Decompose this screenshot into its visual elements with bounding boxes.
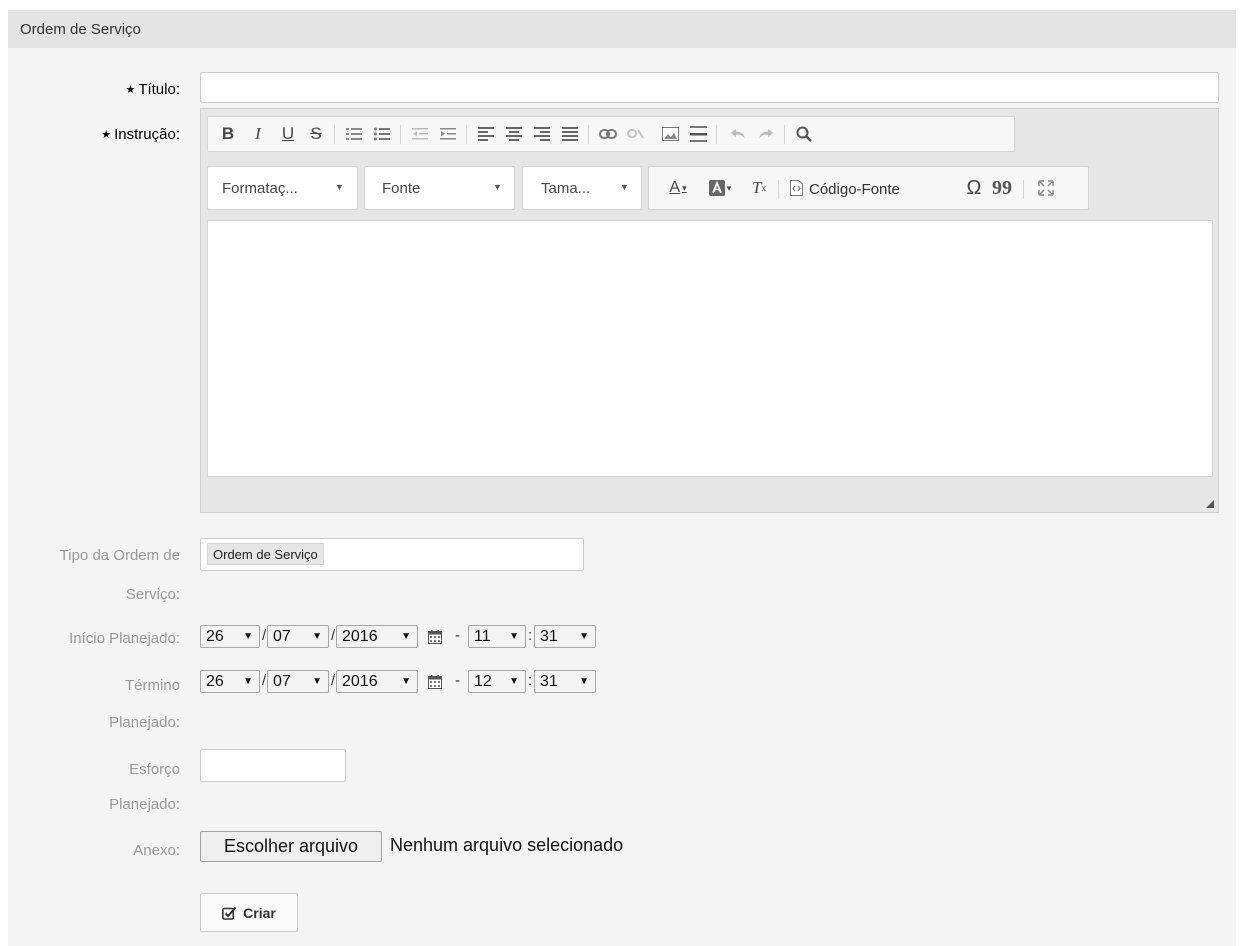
end-day-select[interactable]: 26 ▼ [200, 670, 260, 693]
editor-toolbar-row-1: B I U S [207, 116, 1015, 152]
end-year-select[interactable]: 2016 ▼ [336, 670, 418, 693]
dropdown-arrow-icon: ▼ [579, 676, 589, 687]
editor-toolbar-row-2: Formataç... ▼ Fonte ▼ Tama... ▼ A▾ ▾ Tx [207, 166, 1213, 210]
dropdown-arrow-icon: ▼ [312, 631, 322, 642]
align-center-icon[interactable] [502, 117, 526, 151]
instruction-label: ★ Instrução: [101, 126, 180, 143]
required-star-icon: ★ [125, 84, 136, 96]
dropdown-arrow-icon: ▼ [312, 676, 322, 687]
end-month-select[interactable]: 07 ▼ [267, 670, 329, 693]
planned-start-label: Início Planejado: [69, 630, 180, 647]
choose-file-button[interactable]: Escolher arquivo [200, 831, 382, 862]
size-combo[interactable]: Tama... ▼ [522, 166, 642, 210]
special-char-omega-icon[interactable]: Ω [961, 171, 987, 205]
unlink-icon[interactable] [624, 117, 648, 151]
dropdown-arrow-icon: ▼ [401, 631, 411, 642]
justify-icon[interactable] [558, 117, 582, 151]
redo-icon[interactable] [754, 117, 778, 151]
indent-icon[interactable] [436, 117, 460, 151]
panel-header: Ordem de Serviço [8, 10, 1236, 48]
blockquote-icon[interactable]: 99 [989, 171, 1015, 205]
dropdown-arrow-icon: ▼ [579, 631, 589, 642]
undo-icon[interactable] [726, 117, 750, 151]
planned-effort-label-line2: Planejado: [109, 796, 180, 813]
start-minute-select[interactable]: 31 ▼ [534, 625, 596, 648]
no-file-selected-text: Nenhum arquivo selecionado [390, 835, 624, 855]
link-icon[interactable] [596, 117, 620, 151]
end-minute-select[interactable]: 31 ▼ [534, 670, 596, 693]
calendar-icon[interactable] [428, 630, 442, 644]
attachment-label: Anexo: [133, 842, 180, 859]
title-label: ★ Título: [125, 81, 180, 98]
planned-end-label-line1: Término [124, 677, 180, 694]
dropdown-arrow-icon: ▼ [243, 631, 253, 642]
planned-effort-label-line1: Esforço [129, 761, 180, 778]
planned-start-datetime: 26 ▼ / 07 ▼ / 2016 ▼ - 11 ▼ : 31 ▼ [200, 625, 620, 651]
bold-button[interactable]: B [216, 117, 240, 151]
italic-button[interactable]: I [246, 117, 270, 151]
end-hour-select[interactable]: 12 ▼ [468, 670, 526, 693]
remove-format-icon[interactable]: Tx [747, 171, 771, 205]
planned-end-datetime: 26 ▼ / 07 ▼ / 2016 ▼ - 12 ▼ : 31 ▼ [200, 670, 620, 696]
caret-down-icon: ▼ [493, 182, 502, 192]
dropdown-arrow-icon: ▼ [243, 676, 253, 687]
background-color-button[interactable]: ▾ [705, 171, 735, 205]
start-hour-select[interactable]: 11 ▼ [468, 625, 526, 648]
calendar-icon[interactable] [428, 675, 442, 689]
work-order-type-label-line2: Serviço: [125, 586, 180, 603]
editor-content-area[interactable] [207, 220, 1213, 477]
planned-effort-input[interactable] [200, 749, 346, 782]
maximize-icon[interactable] [1033, 171, 1059, 205]
start-day-select[interactable]: 26 ▼ [200, 625, 260, 648]
image-icon[interactable] [658, 117, 682, 151]
text-color-button[interactable]: A ▾ [663, 171, 693, 205]
source-code-button[interactable]: Código-Fonte [809, 181, 900, 198]
dropdown-arrow-icon: ▼ [509, 631, 519, 642]
work-order-type-tag[interactable]: Ordem de Serviço [207, 543, 324, 565]
formatting-group: A ▾ ▾ Tx Código-Fonte Ω 99 [648, 166, 1089, 210]
search-icon[interactable] [792, 117, 816, 151]
dropdown-arrow-icon: ▼ [401, 676, 411, 687]
rich-text-editor: B I U S Formataç... ▼ Fonte ▼ Tama... ▼ … [200, 108, 1219, 513]
align-right-icon[interactable] [530, 117, 554, 151]
bulleted-list-icon[interactable] [370, 117, 394, 151]
outdent-icon[interactable] [408, 117, 432, 151]
horizontal-rule-icon[interactable] [686, 117, 710, 151]
panel-title: Ordem de Serviço [20, 21, 141, 38]
start-month-select[interactable]: 07 ▼ [267, 625, 329, 648]
required-star-icon: ★ [101, 129, 112, 141]
font-combo[interactable]: Fonte ▼ [364, 166, 515, 210]
numbered-list-icon[interactable] [342, 117, 366, 151]
work-order-type-label-line1: Tipo da Ordem de [59, 547, 180, 564]
title-input[interactable] [200, 72, 1219, 103]
work-order-type-select[interactable]: Ordem de Serviço [200, 538, 584, 571]
align-left-icon[interactable] [474, 117, 498, 151]
start-year-select[interactable]: 2016 ▼ [336, 625, 418, 648]
caret-down-icon: ▼ [335, 182, 344, 192]
underline-button[interactable]: U [276, 117, 300, 151]
format-combo[interactable]: Formataç... ▼ [207, 166, 358, 210]
strikethrough-button[interactable]: S [304, 117, 328, 151]
planned-end-label-line2: Planejado: [109, 714, 180, 731]
caret-down-icon: ▼ [620, 182, 629, 192]
work-order-panel: Ordem de Serviço ★ Título: ★ Instrução: B … [8, 10, 1236, 946]
dropdown-arrow-icon: ▼ [509, 676, 519, 687]
source-code-icon[interactable] [789, 171, 803, 205]
create-button[interactable]: Criar [200, 893, 298, 932]
resize-handle-icon[interactable] [1206, 500, 1214, 508]
checkbox-check-icon [222, 906, 237, 920]
